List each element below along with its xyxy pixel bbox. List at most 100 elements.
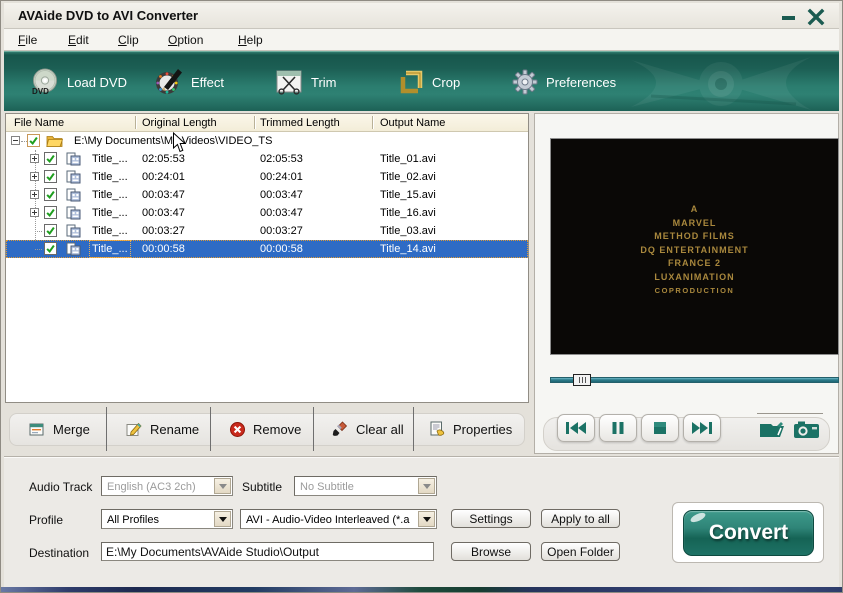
preview-panel: A MARVEL METHOD FILMS DQ ENTERTAINMENT F… — [534, 113, 839, 454]
merge-label: Merge — [53, 421, 90, 437]
expand-icon[interactable] — [30, 190, 39, 199]
video-clip-icon — [66, 206, 81, 223]
browse-button[interactable]: Browse — [451, 542, 531, 561]
open-folder-icon — [760, 422, 784, 437]
video-clip-icon — [66, 152, 81, 169]
preferences-button[interactable]: Preferences — [511, 64, 616, 100]
table-row[interactable]: Title_... 02:05:53 02:05:53 Title_01.avi — [6, 150, 528, 168]
gear-icon — [512, 69, 538, 95]
destination-label: Destination — [29, 546, 90, 560]
menu-edit[interactable]: Edit — [64, 32, 93, 48]
menu-help[interactable]: Help — [234, 32, 267, 48]
load-dvd-label: Load DVD — [67, 74, 127, 90]
trim-button[interactable]: Trim — [274, 64, 337, 100]
menu-file[interactable]: File — [14, 32, 41, 48]
checkbox[interactable] — [44, 170, 57, 183]
title-bar: AVAide DVD to AVI Converter — [4, 3, 839, 29]
rename-icon — [126, 422, 142, 436]
profile-label: Profile — [29, 513, 64, 527]
menu-option[interactable]: Option — [164, 32, 207, 48]
dropdown-arrow-icon — [218, 483, 227, 489]
main-toolbar: DVD Load DVD Effect Trim Crop Preference… — [4, 51, 839, 111]
subtitle-select: No Subtitle — [294, 476, 437, 496]
expand-icon[interactable] — [30, 208, 39, 217]
remove-button[interactable]: Remove — [230, 417, 301, 441]
stop-button[interactable] — [641, 414, 679, 442]
crop-frame-icon — [400, 70, 423, 94]
checkbox[interactable] — [44, 206, 57, 219]
clear-all-button[interactable]: Clear all — [332, 417, 404, 441]
col-trimmed-length[interactable]: Trimmed Length — [260, 117, 340, 129]
effect-button[interactable]: Effect — [154, 64, 224, 100]
destination-field[interactable]: E:\My Documents\AVAide Studio\Output — [101, 542, 434, 561]
crop-button[interactable]: Crop — [397, 64, 460, 100]
table-row-selected[interactable]: Title_... 00:00:58 00:00:58 Title_14.avi — [6, 240, 528, 258]
profile-select[interactable]: All Profiles — [101, 509, 233, 529]
rename-label: Rename — [150, 421, 200, 437]
rename-button[interactable]: Rename — [126, 417, 199, 441]
effect-label: Effect — [191, 74, 225, 90]
previous-button[interactable] — [557, 414, 595, 442]
checkbox[interactable] — [44, 242, 57, 255]
properties-icon — [430, 421, 445, 436]
video-clip-icon — [66, 188, 81, 205]
crop-label: Crop — [432, 74, 461, 90]
video-clip-icon — [66, 170, 81, 187]
skip-back-icon — [566, 422, 586, 434]
remove-icon — [230, 421, 245, 437]
merge-icon — [29, 423, 44, 435]
table-row[interactable]: Title_... 00:03:47 00:03:47 Title_16.avi — [6, 204, 528, 222]
root-path: E:\My Documents\My Videos\VIDEO_TS — [74, 135, 273, 147]
svg-text:DVD: DVD — [32, 87, 49, 96]
checkbox[interactable] — [44, 152, 57, 165]
table-row[interactable]: Title_... 00:03:27 00:03:27 Title_03.avi — [6, 222, 528, 240]
settings-button[interactable]: Settings — [451, 509, 531, 528]
expand-icon[interactable] — [30, 154, 39, 163]
tree-root-row[interactable]: E:\My Documents\My Videos\VIDEO_TS — [6, 132, 528, 150]
col-file-name[interactable]: File Name — [14, 117, 64, 129]
merge-button[interactable]: Merge — [29, 417, 90, 441]
col-output-name[interactable]: Output Name — [380, 117, 445, 129]
skip-forward-icon — [692, 422, 712, 434]
menu-clip[interactable]: Clip — [114, 32, 143, 48]
convert-button[interactable]: Convert — [683, 510, 814, 556]
stop-icon — [654, 422, 666, 434]
window-title: AVAide DVD to AVI Converter — [18, 8, 199, 23]
snapshot-camera-icon — [794, 421, 819, 438]
close-button[interactable] — [807, 8, 825, 26]
properties-label: Properties — [453, 421, 513, 437]
load-dvd-button[interactable]: DVD Load DVD — [30, 64, 127, 100]
checkbox[interactable] — [44, 188, 57, 201]
next-button[interactable] — [683, 414, 721, 442]
col-original-length[interactable]: Original Length — [142, 117, 217, 129]
pause-icon — [612, 422, 624, 434]
collapse-icon[interactable] — [11, 136, 20, 145]
format-select[interactable]: AVI - Audio-Video Interleaved (*.a — [240, 509, 437, 529]
open-folder-button[interactable]: Open Folder — [541, 542, 620, 561]
file-list: File Name Original Length Trimmed Length… — [5, 113, 529, 403]
table-row[interactable]: Title_... 00:03:47 00:03:47 Title_15.avi — [6, 186, 528, 204]
seek-slider[interactable] — [550, 374, 839, 386]
table-row[interactable]: Title_... 00:24:01 00:24:01 Title_02.avi — [6, 168, 528, 186]
audio-track-label: Audio Track — [29, 480, 93, 494]
clear-all-label: Clear all — [356, 421, 404, 437]
open-output-folder-button[interactable] — [757, 420, 787, 445]
video-clip-icon — [66, 224, 81, 241]
dropdown-arrow-icon — [422, 516, 431, 522]
video-credits-text: A MARVEL METHOD FILMS DQ ENTERTAINMENT F… — [640, 204, 749, 295]
checkbox[interactable] — [44, 224, 57, 237]
expand-icon[interactable] — [30, 172, 39, 181]
minimize-button[interactable] — [781, 10, 797, 24]
checkbox[interactable] — [27, 134, 40, 147]
snapshot-button[interactable] — [793, 420, 821, 445]
dropdown-arrow-icon — [218, 516, 227, 522]
video-preview: A MARVEL METHOD FILMS DQ ENTERTAINMENT F… — [550, 138, 839, 355]
slider-thumb[interactable] — [573, 374, 591, 386]
video-clip-icon — [66, 242, 81, 259]
menu-bar: File Edit Clip Option Help — [4, 29, 839, 51]
folder-icon — [46, 134, 64, 150]
trim-label: Trim — [311, 74, 337, 90]
pause-button[interactable] — [599, 414, 637, 442]
apply-to-all-button[interactable]: Apply to all — [541, 509, 620, 528]
properties-button[interactable]: Properties — [429, 417, 512, 441]
